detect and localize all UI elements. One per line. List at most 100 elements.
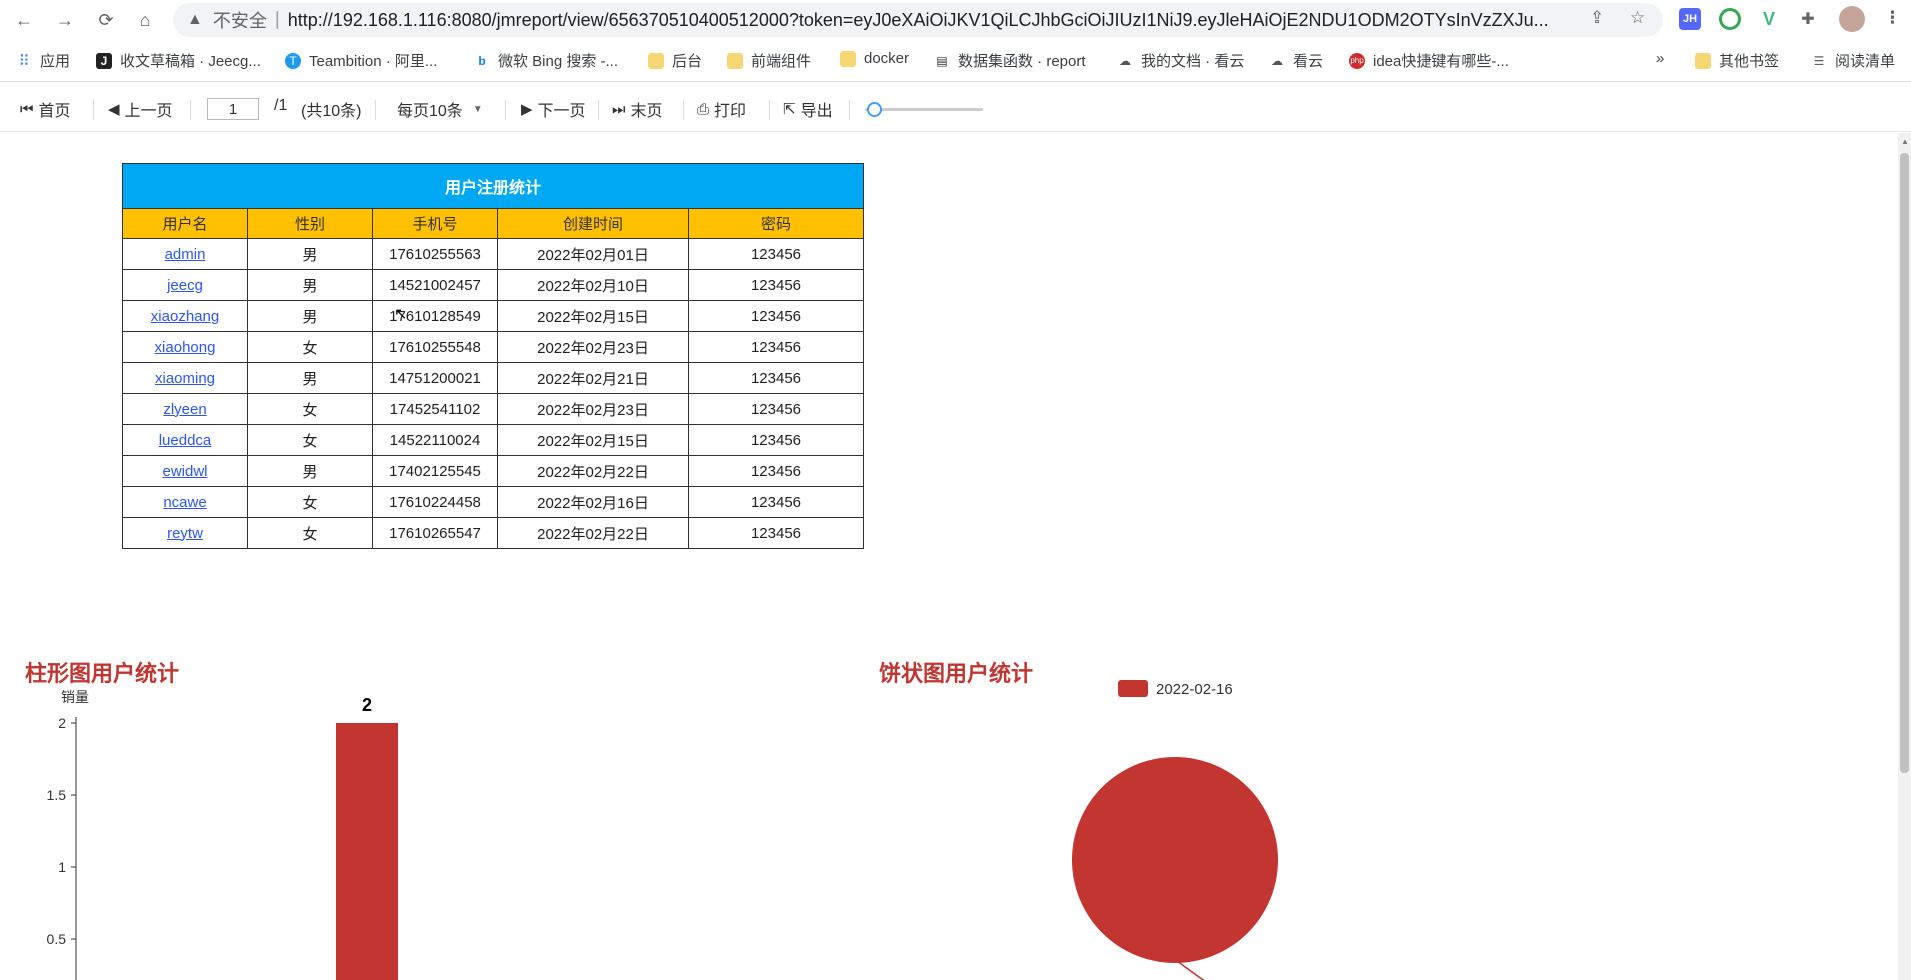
- table-cell: 17610128549: [372, 300, 498, 332]
- table-cell: lueddca: [122, 424, 248, 456]
- bookmark-teambition[interactable]: T Teambition · 阿里...: [285, 50, 437, 71]
- bookmark-folder-docker[interactable]: docker: [840, 50, 909, 67]
- column-header: 密码: [688, 208, 864, 239]
- toolbar-divider: [683, 100, 684, 120]
- table-row: ewidwl 男 17402125545 2022年02月22日 123456: [122, 455, 864, 487]
- bookmark-apps[interactable]: ⠿ 应用: [16, 50, 71, 71]
- table-cell: 123456: [688, 331, 864, 363]
- record-count: (共10条): [301, 103, 362, 120]
- bar-y-axis-label: 销量: [61, 689, 89, 705]
- page-total: /1: [274, 97, 288, 114]
- table-cell: 2022年02月10日: [497, 269, 689, 301]
- page-number-input[interactable]: [207, 98, 259, 120]
- bookmark-idea[interactable]: php idea快捷键有哪些-...: [1349, 50, 1509, 71]
- table-cell: 123456: [688, 486, 864, 518]
- bookmarks-bar: ⠿ 应用 J 收文草稿箱 · Jeecg... T Teambition · 阿…: [0, 44, 1911, 76]
- table-cell: xiaohong: [122, 331, 248, 363]
- share-icon[interactable]: ⇪: [1590, 8, 1604, 28]
- table-row: ncawe 女 17610224458 2022年02月16日 123456: [122, 486, 864, 518]
- export-button[interactable]: ⇱ 导出: [783, 97, 833, 121]
- table-cell: 2022年02月01日: [497, 238, 689, 270]
- username-link[interactable]: reytw: [161, 525, 209, 542]
- print-button[interactable]: ⎙ 打印: [697, 97, 746, 121]
- table-cell: 2022年02月15日: [497, 424, 689, 456]
- bookmark-other[interactable]: 其他书签: [1695, 50, 1779, 71]
- bookmark-folder-houtai[interactable]: 后台: [648, 50, 702, 71]
- column-header: 创建时间: [497, 208, 689, 239]
- pie-label-leader: [1176, 960, 1205, 980]
- table-cell: 14751200021: [372, 362, 498, 394]
- page-size-select[interactable]: 每页10条 ▼: [397, 97, 483, 121]
- table-cell: jeecg: [122, 269, 248, 301]
- bar-mark[interactable]: [336, 723, 398, 980]
- bookmark-kanyun[interactable]: ☁ 看云: [1269, 50, 1323, 71]
- menu-kebab-icon[interactable]: ⋮: [1884, 8, 1901, 28]
- jeecg-j-icon: J: [96, 52, 112, 69]
- table-cell: 17610255548: [372, 331, 498, 363]
- zoom-slider-handle[interactable]: [866, 102, 882, 117]
- username-link[interactable]: ncawe: [157, 494, 212, 511]
- bookmark-bing[interactable]: b 微软 Bing 搜索 -...: [474, 50, 618, 71]
- forward-icon[interactable]: →: [51, 6, 79, 34]
- username-link[interactable]: admin: [159, 246, 212, 263]
- table-cell: 17610255563: [372, 238, 498, 270]
- reload-icon[interactable]: ⟳: [92, 6, 120, 34]
- back-icon[interactable]: ←: [10, 6, 38, 34]
- pie-legend-label[interactable]: 2022-02-16: [1156, 681, 1233, 698]
- table-cell: 女: [247, 517, 373, 549]
- username-link[interactable]: lueddca: [153, 432, 218, 449]
- first-page-icon: ⏮: [20, 100, 34, 118]
- color-extension-icon[interactable]: [1719, 8, 1741, 30]
- jh-extension-icon[interactable]: JH: [1679, 8, 1701, 30]
- vue-devtools-icon[interactable]: V: [1758, 8, 1780, 30]
- scrollbar-thumb[interactable]: [1900, 153, 1909, 773]
- table-cell: 男: [247, 269, 373, 301]
- bookmark-kanyun-docs[interactable]: ☁ 我的文档 · 看云: [1117, 50, 1244, 71]
- home-icon[interactable]: ⌂: [131, 6, 159, 34]
- table-row: zlyeen 女 17452541102 2022年02月23日 123456: [122, 393, 864, 425]
- table-row: reytw 女 17610265547 2022年02月22日 123456: [122, 517, 864, 549]
- prev-page-button[interactable]: ◀ 上一页: [108, 97, 173, 121]
- username-link[interactable]: zlyeen: [157, 401, 212, 418]
- star-icon[interactable]: ☆: [1630, 8, 1645, 28]
- table-header-row: 用户名 性别 手机号 创建时间 密码: [122, 208, 864, 239]
- export-icon: ⇱: [783, 101, 796, 118]
- bookmark-jeecg[interactable]: J 收文草稿箱 · Jeecg...: [96, 50, 261, 71]
- table-cell: 17402125545: [372, 455, 498, 487]
- username-link[interactable]: jeecg: [161, 277, 209, 294]
- last-page-button[interactable]: ⏭ 末页: [612, 97, 663, 121]
- bookmarks-more[interactable]: »: [1656, 50, 1664, 67]
- table-cell: 2022年02月22日: [497, 455, 689, 487]
- bookmark-folder-frontend[interactable]: 前端组件: [727, 50, 811, 71]
- vertical-scrollbar[interactable]: ▲: [1898, 133, 1911, 980]
- address-bar[interactable]: ▲ 不安全 | http://192.168.1.116:8080/jmrepo…: [173, 3, 1663, 37]
- table-cell: 2022年02月23日: [497, 393, 689, 425]
- folder-icon: [727, 52, 743, 69]
- bar-y-tick-label: 1: [58, 859, 66, 875]
- table-cell: 男: [247, 455, 373, 487]
- username-link[interactable]: xiaozhang: [145, 308, 225, 325]
- extensions-puzzle-icon[interactable]: ✚: [1797, 8, 1819, 30]
- scroll-up-icon[interactable]: ▲: [1901, 137, 1909, 146]
- table-cell: 2022年02月16日: [497, 486, 689, 518]
- username-link[interactable]: xiaohong: [149, 339, 222, 356]
- table-cell: xiaoming: [122, 362, 248, 394]
- table-row: xiaozhang 男 17610128549 2022年02月15日 123456: [122, 300, 864, 332]
- user-registration-table: 用户注册统计 用户名 性别 手机号 创建时间 密码 admin 男 17610255563 20…: [122, 163, 864, 549]
- pie-slice[interactable]: [1072, 757, 1278, 963]
- bookmark-report[interactable]: ▤ 数据集函数 · report: [934, 50, 1085, 71]
- username-link[interactable]: ewidwl: [156, 463, 213, 480]
- first-page-button[interactable]: ⏮ 首页: [20, 97, 71, 121]
- profile-avatar[interactable]: [1839, 6, 1865, 32]
- table-cell: 女: [247, 331, 373, 363]
- reading-list[interactable]: ☰ 阅读清单: [1811, 50, 1895, 71]
- next-page-button[interactable]: ▶ 下一页: [521, 97, 586, 121]
- url-text[interactable]: http://192.168.1.116:8080/jmreport/view/…: [288, 10, 1548, 31]
- table-cell: 123456: [688, 424, 864, 456]
- toolbar-divider: [375, 100, 376, 120]
- table-row: xiaohong 女 17610255548 2022年02月23日 123456: [122, 331, 864, 363]
- pie-legend-swatch[interactable]: [1118, 680, 1148, 697]
- zoom-slider-track[interactable]: [865, 108, 983, 111]
- table-cell: 2022年02月22日: [497, 517, 689, 549]
- username-link[interactable]: xiaoming: [149, 370, 221, 387]
